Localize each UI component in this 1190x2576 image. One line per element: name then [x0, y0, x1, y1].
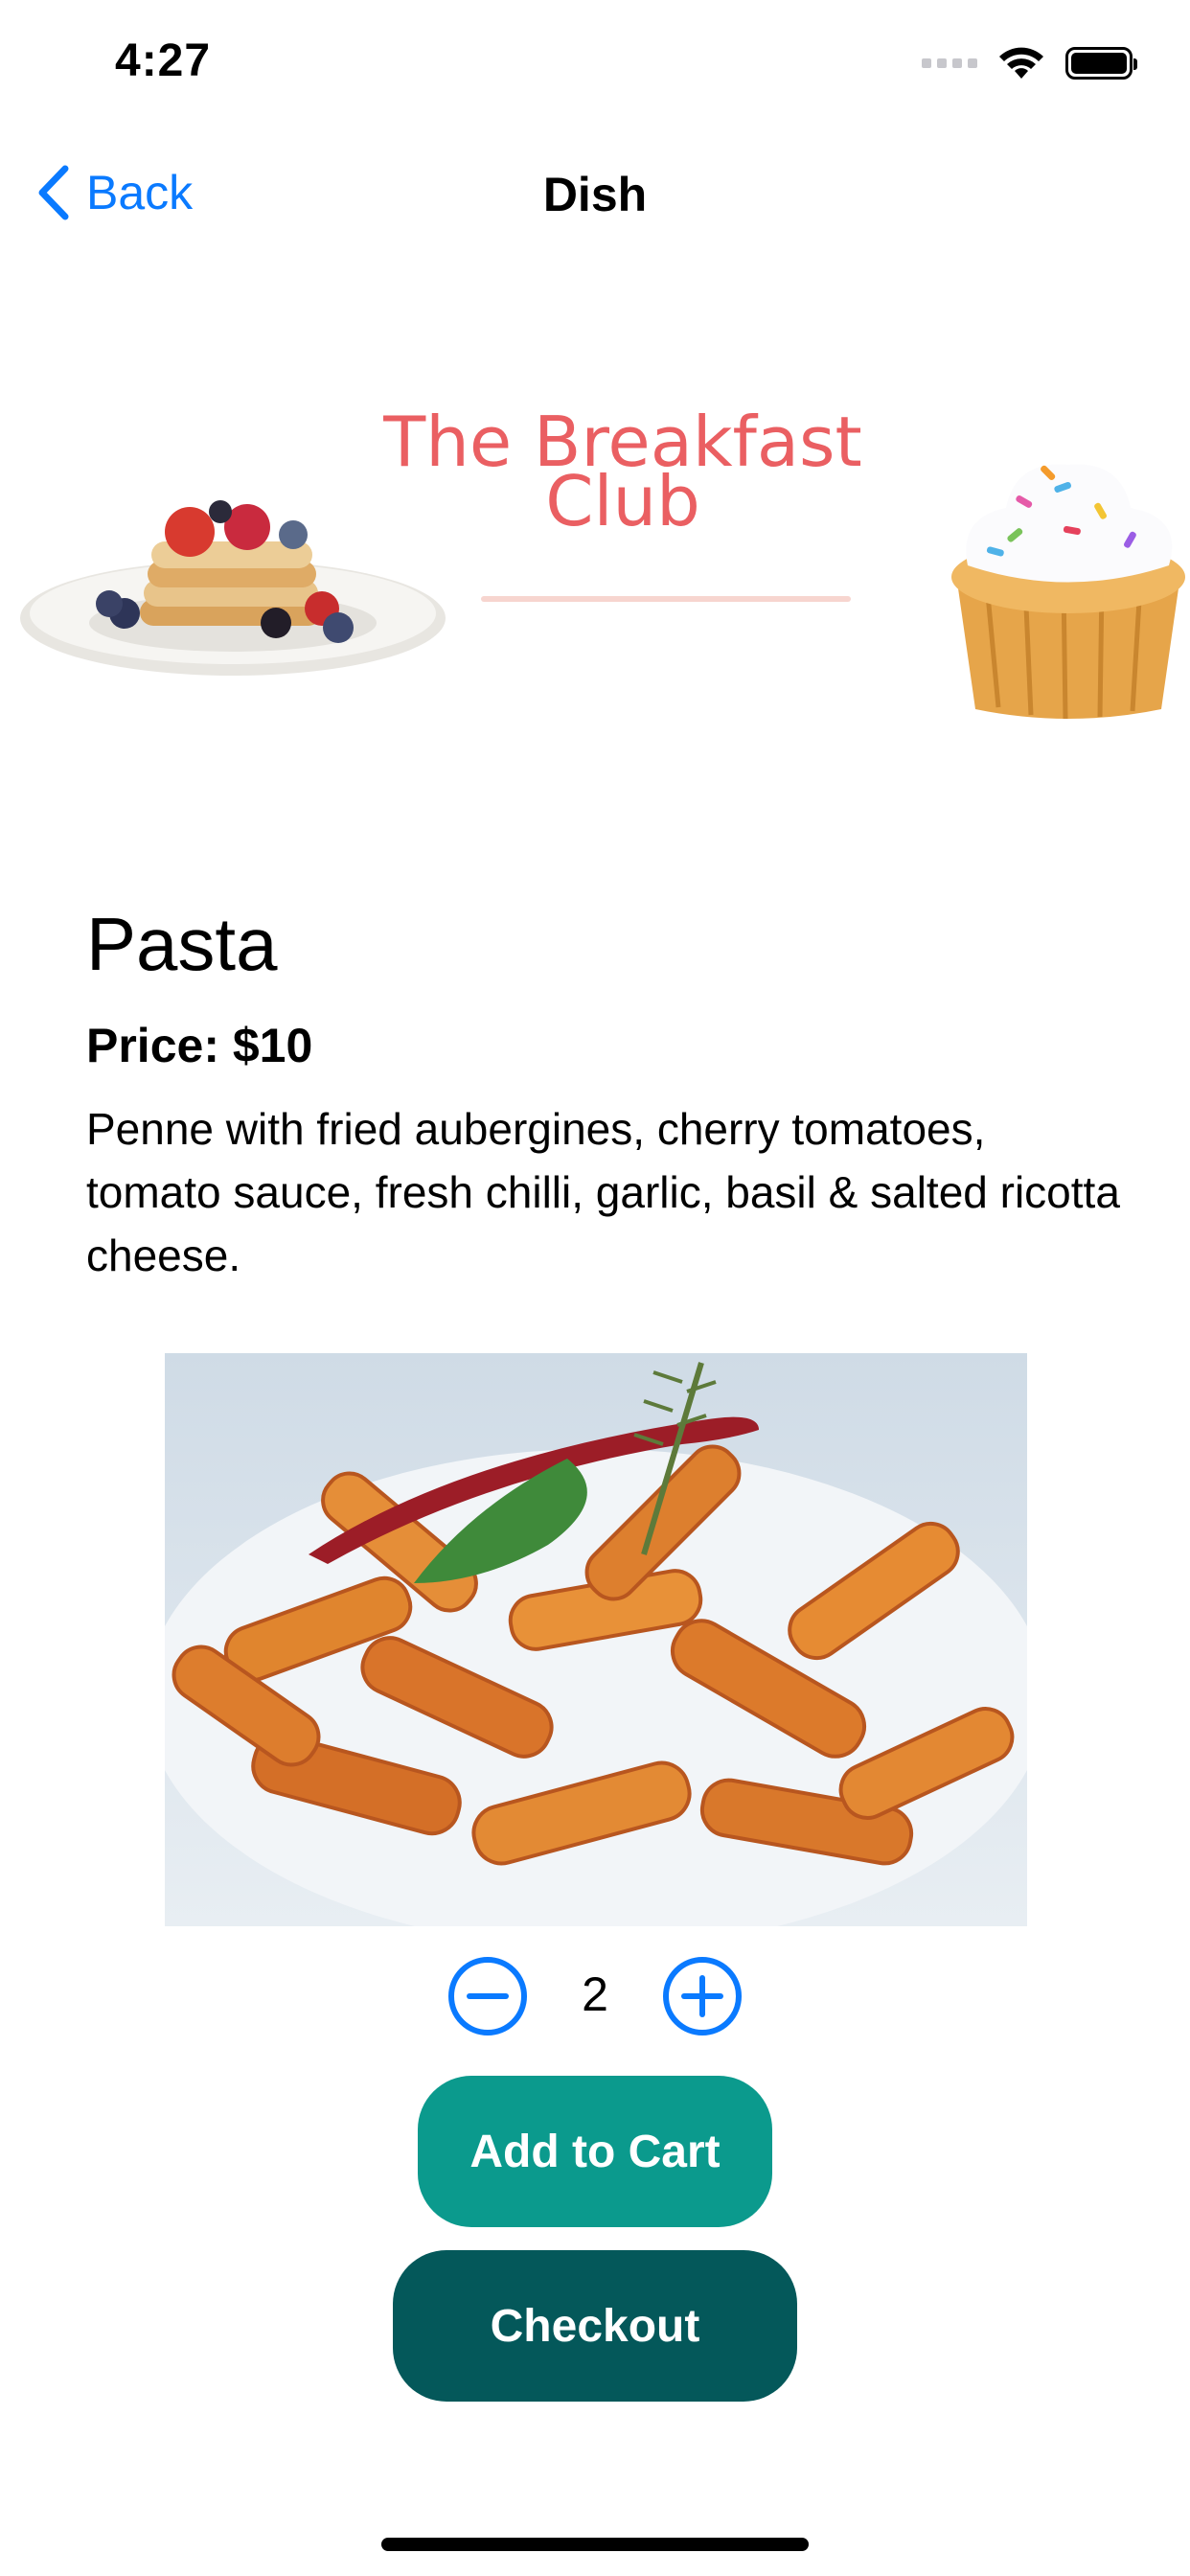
- dish-description: Penne with fried aubergines, cherry toma…: [86, 1104, 1120, 1280]
- home-indicator: [381, 2538, 809, 2551]
- quantity-value: 2: [582, 1967, 608, 2021]
- increment-quantity-button[interactable]: [661, 1955, 744, 2037]
- status-bar: 4:27: [0, 0, 1190, 125]
- wifi-icon: [999, 47, 1043, 79]
- cellular-signal-icon: [922, 58, 977, 68]
- navigation-bar: Back Dish: [0, 144, 1190, 240]
- brand-underline: [481, 596, 851, 602]
- page-title: Dish: [542, 168, 648, 221]
- decrement-quantity-button[interactable]: [446, 1955, 529, 2037]
- brand-logo-text: The Breakfast Club: [364, 407, 881, 536]
- battery-icon: [1065, 47, 1137, 80]
- status-icons: [922, 44, 1137, 82]
- dish-name: Pasta: [86, 902, 278, 986]
- dish-price: Price: $10: [86, 1019, 313, 1072]
- add-to-cart-button[interactable]: Add to Cart: [418, 2076, 772, 2227]
- checkout-button[interactable]: Checkout: [393, 2250, 797, 2402]
- cupcake-image: [951, 441, 1185, 720]
- dish-photo: [165, 1353, 1027, 1926]
- status-time: 4:27: [115, 35, 212, 86]
- restaurant-banner: The Breakfast Club: [0, 364, 1190, 728]
- quantity-stepper: 2: [0, 1955, 1190, 2041]
